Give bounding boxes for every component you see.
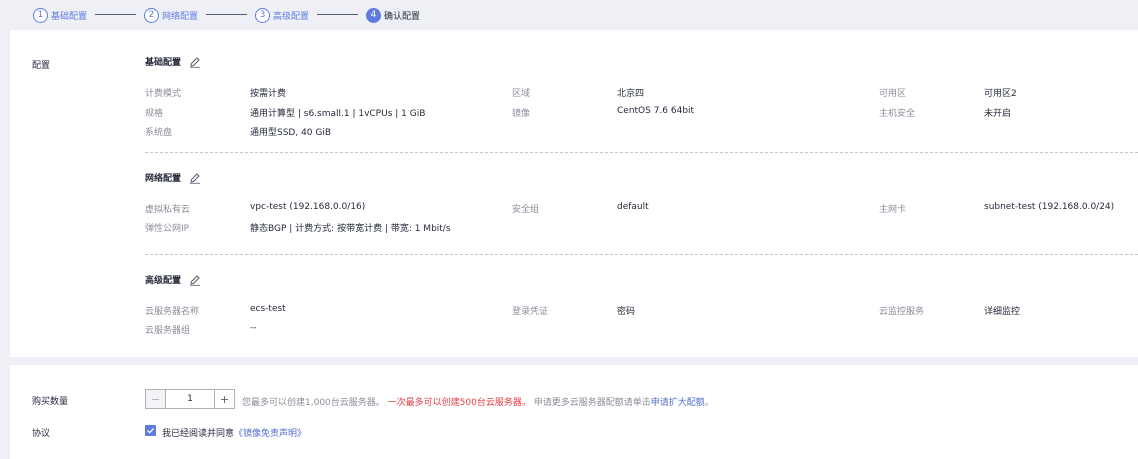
vpc-key: 虚拟私有云 — [145, 205, 191, 215]
step-4[interactable]: 4 确认配置 — [366, 6, 420, 24]
network-config-title-text: 网络配置 — [145, 174, 182, 184]
cloud-monitor-key: 云监控服务 — [879, 307, 925, 317]
primary-nic-value: subnet-test (192.168.0.0/24) — [984, 202, 1115, 212]
config-card: 配置 基础配置 计费模式 按需计费 区域 北京四 可用区 可用区2 规格 通用计… — [10, 30, 1138, 357]
step-1-number: 1 — [33, 7, 48, 23]
step-2[interactable]: 2 网络配置 — [144, 6, 198, 24]
image-disclaimer-link[interactable]: 《镜像免责声明》 — [234, 429, 306, 439]
agreement-checkbox[interactable] — [145, 425, 156, 436]
basic-config-title: 基础配置 — [145, 55, 201, 68]
purchase-card: 购买数量 − 1 + 您最多可以创建1,000台云服务器。 一次最多可以创建50… — [10, 365, 1138, 459]
basic-config-title-text: 基础配置 — [145, 58, 182, 68]
billing-mode-value: 按需计费 — [250, 89, 287, 99]
step-4-number: 4 — [366, 7, 381, 23]
server-name-value: ecs-test — [250, 304, 286, 314]
region-value: 北京四 — [617, 89, 645, 99]
security-group-key: 安全组 — [512, 205, 540, 215]
decrease-button[interactable]: − — [146, 390, 166, 408]
step-connector — [317, 14, 358, 15]
increase-button[interactable]: + — [214, 390, 234, 408]
hint-red: 一次最多可以创建500台云服务器。 — [387, 398, 531, 408]
flavor-key: 规格 — [145, 109, 164, 119]
primary-nic-key: 主网卡 — [879, 205, 907, 215]
edit-icon[interactable] — [189, 56, 201, 68]
region-key: 区域 — [512, 89, 531, 99]
agreement-text: 我已经阅读并同意《镜像免责声明》 — [162, 426, 306, 439]
config-section-label: 配置 — [32, 61, 51, 71]
step-3-label: 高级配置 — [273, 11, 310, 22]
step-1-label: 基础配置 — [51, 11, 88, 22]
advanced-config-title: 高级配置 — [145, 273, 201, 286]
quantity-input[interactable]: 1 — [166, 390, 214, 408]
section-divider — [145, 152, 1138, 153]
edit-icon[interactable] — [189, 172, 201, 184]
step-connector — [95, 14, 136, 15]
security-group-value: default — [617, 202, 649, 212]
agreement-label: 协议 — [32, 429, 51, 439]
server-group-key: 云服务器组 — [145, 326, 191, 336]
step-3-number: 3 — [255, 7, 270, 23]
agreement-text-main: 我已经阅读并同意 — [162, 429, 235, 439]
advanced-config-title-text: 高级配置 — [145, 276, 182, 286]
flavor-value: 通用计算型 | s6.small.1 | 1vCPUs | 1 GiB — [250, 109, 426, 119]
quantity-stepper[interactable]: − 1 + — [145, 389, 235, 409]
login-credential-key: 登录凭证 — [512, 307, 549, 317]
system-disk-key: 系统盘 — [145, 128, 173, 138]
step-4-label: 确认配置 — [384, 11, 421, 22]
server-group-value: -- — [250, 323, 257, 333]
step-2-number: 2 — [144, 7, 159, 23]
network-config-title: 网络配置 — [145, 171, 201, 184]
hint-normal: 您最多可以创建1,000台云服务器。 — [242, 398, 385, 408]
login-credential-value: 密码 — [617, 307, 636, 317]
billing-mode-key: 计费模式 — [145, 89, 182, 99]
eip-key: 弹性公网IP — [145, 224, 190, 234]
step-3[interactable]: 3 高级配置 — [255, 6, 309, 24]
step-bar: 1 基础配置 2 网络配置 3 高级配置 4 确认配置 — [0, 0, 1138, 30]
az-key: 可用区 — [879, 89, 907, 99]
apply-quota-link[interactable]: 申请扩大配额 — [651, 398, 705, 408]
eip-value: 静态BGP | 计费方式: 按带宽计费 | 带宽: 1 Mbit/s — [250, 224, 451, 234]
section-divider — [145, 254, 1138, 255]
image-value: CentOS 7.6 64bit — [617, 106, 695, 116]
image-key: 镜像 — [512, 109, 531, 119]
hint-end: 。 — [704, 398, 714, 408]
edit-icon[interactable] — [189, 274, 201, 286]
vpc-value: vpc-test (192.168.0.0/16) — [250, 202, 366, 212]
quantity-label: 购买数量 — [32, 397, 69, 407]
host-security-key: 主机安全 — [879, 109, 916, 119]
step-connector — [206, 14, 247, 15]
step-1[interactable]: 1 基础配置 — [33, 6, 87, 24]
host-security-value: 未开启 — [984, 109, 1012, 119]
cloud-monitor-value: 详细监控 — [984, 307, 1021, 317]
system-disk-value: 通用型SSD, 40 GiB — [250, 128, 332, 138]
quantity-hint: 您最多可以创建1,000台云服务器。 一次最多可以创建500台云服务器。 申请更… — [242, 395, 714, 408]
az-value: 可用区2 — [984, 89, 1017, 99]
hint-more: 申请更多云服务器配额请单击 — [533, 398, 651, 408]
server-name-key: 云服务器名称 — [145, 307, 200, 317]
step-2-label: 网络配置 — [162, 11, 199, 22]
check-icon — [147, 427, 155, 434]
